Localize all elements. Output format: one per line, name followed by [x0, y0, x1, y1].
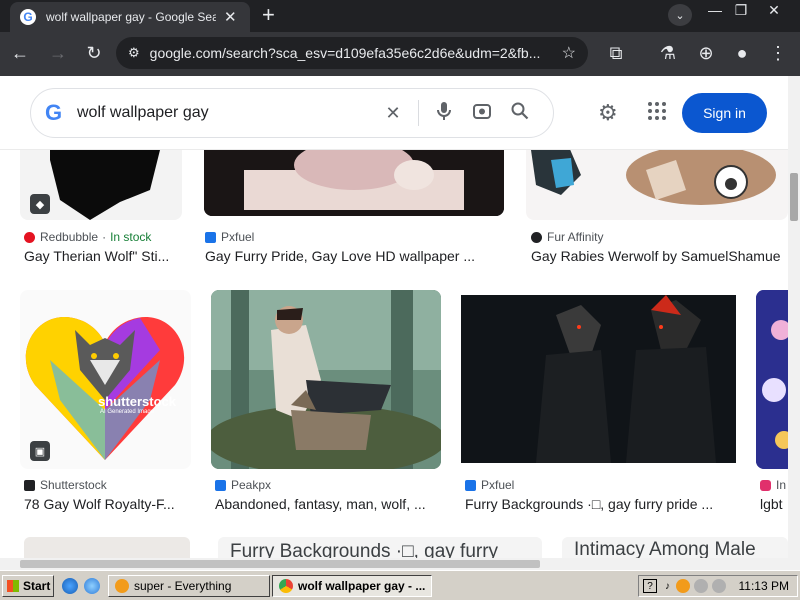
- instagram-icon: [760, 479, 771, 491]
- google-logo-icon: G: [45, 100, 63, 125]
- task-label: super - Everything: [134, 579, 232, 593]
- source-name: Fur Affinity: [547, 230, 604, 244]
- result-image-pxfuel-furry-bg[interactable]: [461, 295, 736, 463]
- browser-tab[interactable]: G wolf wallpaper gay - Google Search ✕: [10, 2, 250, 32]
- bookmark-star-icon[interactable]: ☆: [562, 43, 576, 63]
- new-tab-button[interactable]: +: [262, 4, 275, 26]
- ai-generated-caption: AI Generated Image: [100, 409, 155, 415]
- reload-icon[interactable]: ↻: [82, 42, 106, 64]
- source-shutterstock[interactable]: Shutterstock: [24, 478, 107, 492]
- result-title[interactable]: lgbt: [760, 496, 788, 512]
- peakpx-icon: [215, 479, 226, 491]
- voice-search-icon[interactable]: [425, 101, 463, 126]
- windows-taskbar: Start super - Everything wolf wallpaper …: [0, 570, 800, 600]
- result-image-shutterstock-wolf-heart[interactable]: shutterstock AI Generated Image ▣: [20, 290, 191, 469]
- address-bar[interactable]: ⚙ google.com/search?sca_esv=d109efa35e6c…: [116, 37, 588, 69]
- divider: [418, 100, 419, 126]
- source-name: Pxfuel: [481, 478, 515, 492]
- source-name: Pxfuel: [221, 230, 255, 244]
- tray-icon[interactable]: [712, 579, 726, 593]
- result-title[interactable]: Furry Backgrounds ·□, gay furry pride ..…: [465, 496, 736, 512]
- clock: 11:13 PM: [738, 579, 789, 593]
- restore-button[interactable]: ❐: [729, 2, 753, 19]
- result-image-instagram-lgbt[interactable]: [756, 290, 788, 469]
- download-icon[interactable]: ⊕: [694, 42, 718, 64]
- forward-icon[interactable]: →: [46, 42, 70, 64]
- everything-tray-icon[interactable]: [676, 579, 690, 593]
- apps-grid-icon[interactable]: [646, 100, 668, 122]
- source-instagram[interactable]: In: [760, 478, 786, 492]
- image-type-icon: ▣: [30, 441, 50, 461]
- windows-flag-icon: [7, 580, 19, 592]
- help-icon[interactable]: ?: [643, 579, 657, 593]
- horizontal-scrollbar[interactable]: [0, 558, 788, 570]
- url-text: google.com/search?sca_esv=d109efa35e6c2d…: [149, 45, 541, 61]
- tab-title: wolf wallpaper gay - Google Search: [46, 10, 216, 24]
- source-furaffinity[interactable]: Fur Affinity: [531, 230, 603, 244]
- stock-badge: In stock: [110, 230, 152, 244]
- start-label: Start: [23, 579, 51, 593]
- result-image-redbubble-wolf[interactable]: ◆: [20, 150, 182, 220]
- settings-gear-icon[interactable]: ⚙: [598, 100, 618, 126]
- desktop-icon[interactable]: [84, 578, 100, 594]
- chrome-icon: [279, 579, 293, 593]
- tab-search-icon[interactable]: ⌄: [668, 4, 692, 26]
- result-image-furaffinity-werewolf[interactable]: [526, 150, 788, 220]
- google-header: G wolf wallpaper gay ✕ ⚙ Sign in: [0, 76, 788, 150]
- product-tag-icon: ◆: [30, 194, 50, 214]
- shutterstock-watermark: shutterstock: [98, 394, 177, 409]
- close-window-button[interactable]: ✕: [762, 2, 786, 19]
- result-title[interactable]: Abandoned, fantasy, man, wolf, ...: [215, 496, 441, 512]
- source-name: Shutterstock: [40, 478, 107, 492]
- pxfuel-icon: [205, 231, 216, 243]
- source-pxfuel[interactable]: Pxfuel: [205, 230, 254, 244]
- task-everything[interactable]: super - Everything: [108, 575, 270, 597]
- result-title[interactable]: Gay Rabies Werwolf by SamuelShamue: [531, 248, 788, 264]
- close-tab-icon[interactable]: ✕: [224, 8, 237, 26]
- vertical-scrollbar[interactable]: [788, 76, 800, 570]
- search-box[interactable]: G wolf wallpaper gay ✕: [30, 88, 554, 138]
- pxfuel-icon: [465, 479, 476, 491]
- scrollbar-thumb[interactable]: [20, 560, 540, 568]
- search-icon[interactable]: [501, 102, 539, 125]
- redbubble-icon: [24, 231, 35, 243]
- labs-icon[interactable]: ⚗: [656, 42, 680, 64]
- browser-toolbar: ← → ↻ ⚙ google.com/search?sca_esv=d109ef…: [0, 32, 800, 76]
- shutterstock-icon: [24, 479, 35, 491]
- clear-search-icon[interactable]: ✕: [374, 103, 412, 124]
- ie-icon[interactable]: [62, 578, 78, 594]
- back-icon[interactable]: ←: [8, 42, 32, 64]
- profile-icon[interactable]: ●: [730, 42, 754, 64]
- minimize-button[interactable]: —: [703, 2, 727, 18]
- result-title[interactable]: 78 Gay Wolf Royalty-F...: [24, 496, 189, 512]
- volume-icon[interactable]: ♪: [665, 581, 670, 592]
- source-peakpx[interactable]: Peakpx: [215, 478, 271, 492]
- furaffinity-paw-icon: [531, 231, 542, 243]
- extensions-icon[interactable]: ⧉: [604, 42, 628, 64]
- source-redbubble[interactable]: Redbubble · In stock: [24, 230, 151, 244]
- tray-icon[interactable]: [694, 579, 708, 593]
- result-image-peakpx-man-wolf[interactable]: [211, 290, 441, 469]
- result-title[interactable]: Gay Therian Wolf" Sti...: [24, 248, 184, 264]
- source-name: Peakpx: [231, 478, 272, 492]
- task-label: wolf wallpaper gay - ...: [298, 579, 426, 593]
- image-results-grid: ◆ Redbubble · In stock Gay Therian Wolf"…: [0, 150, 788, 570]
- tab-strip: G wolf wallpaper gay - Google Search ✕ +…: [0, 0, 800, 32]
- task-browser[interactable]: wolf wallpaper gay - ...: [272, 575, 432, 597]
- system-tray: ? ♪ 11:13 PM: [638, 575, 798, 597]
- site-info-icon[interactable]: ⚙: [128, 45, 140, 61]
- everything-search-icon: [115, 579, 129, 593]
- source-name: Redbubble: [40, 230, 99, 244]
- start-button[interactable]: Start: [2, 575, 54, 597]
- search-input[interactable]: wolf wallpaper gay: [73, 104, 374, 122]
- result-image-pxfuel-furry[interactable]: [204, 150, 504, 216]
- result-title[interactable]: Gay Furry Pride, Gay Love HD wallpaper .…: [205, 248, 505, 264]
- menu-icon[interactable]: ⋮: [766, 42, 790, 64]
- scrollbar-thumb[interactable]: [790, 173, 798, 221]
- source-pxfuel[interactable]: Pxfuel: [465, 478, 514, 492]
- source-name: In: [776, 478, 787, 492]
- sign-in-button[interactable]: Sign in: [682, 93, 767, 133]
- lens-search-icon[interactable]: [463, 101, 501, 126]
- google-favicon-icon: G: [20, 9, 36, 25]
